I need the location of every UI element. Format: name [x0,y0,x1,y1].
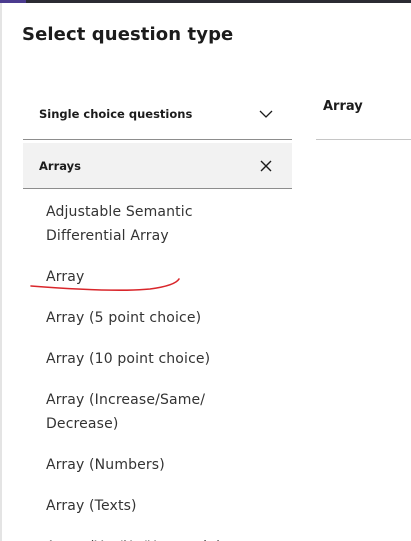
category-dropdown-value: Single choice questions [39,107,193,121]
category-dropdown[interactable]: Single choice questions [23,92,292,140]
question-type-list: Adjustable Semantic Differential Array A… [23,191,292,541]
question-type-dialog: Select question type Single choice quest… [0,0,411,541]
question-type-option[interactable]: Array (Numbers) [23,444,246,485]
question-type-option[interactable]: Array (Texts) [23,485,246,526]
question-type-option[interactable]: Array (Increase/Same/ Decrease) [23,379,226,444]
page-title: Select question type [22,24,234,45]
chevron-down-icon [259,110,273,118]
question-type-option[interactable]: Array (10 point choice) [23,338,246,379]
question-type-option[interactable]: Array (Yes/No/Uncertain) [23,526,246,541]
preview-label: Array [323,99,363,114]
question-type-option[interactable]: Array [23,256,246,297]
left-divider [0,3,2,541]
preview-panel: Array [316,92,411,140]
search-input[interactable]: Arrays [23,143,292,189]
question-type-option[interactable]: Array (5 point choice) [23,297,246,338]
close-icon[interactable] [258,158,274,174]
question-type-option[interactable]: Adjustable Semantic Differential Array [23,191,246,256]
top-window-strip [0,0,411,3]
search-input-value: Arrays [39,159,81,173]
